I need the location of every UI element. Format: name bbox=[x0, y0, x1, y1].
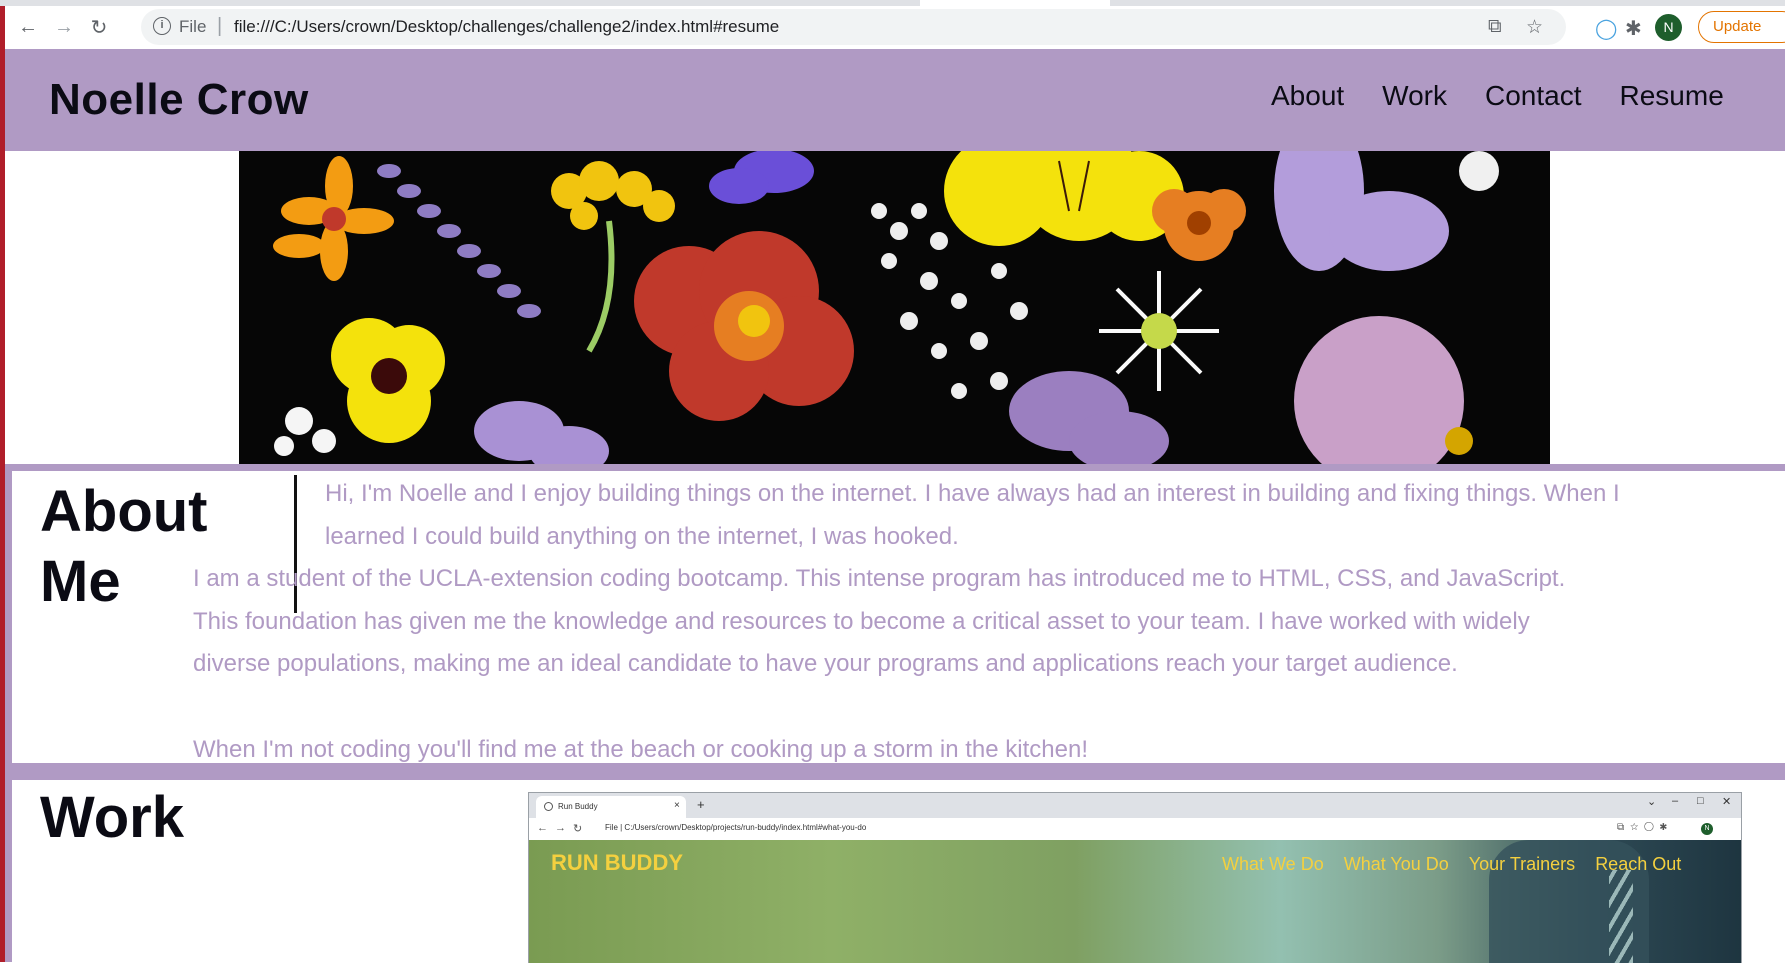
shot-url: File | C:/Users/crown/Desktop/projects/r… bbox=[605, 823, 867, 832]
shot-url-scheme: File bbox=[605, 823, 618, 832]
browser-toolbar: ← → ↻ i File | file:///C:/Users/crown/De… bbox=[5, 6, 1785, 50]
reload-icon[interactable]: ↻ bbox=[84, 12, 114, 42]
shot-minimize-icon: – bbox=[1672, 795, 1679, 807]
shot-tab-title: Run Buddy bbox=[558, 802, 598, 811]
site-header: Noelle Crow About Work Contact Resume bbox=[5, 49, 1785, 151]
shot-nav: What We Do What You Do Your Trainers Rea… bbox=[1222, 854, 1681, 875]
address-bar[interactable]: i File | file:///C:/Users/crown/Desktop/… bbox=[141, 9, 1566, 45]
site-nav: About Work Contact Resume bbox=[1271, 80, 1724, 112]
about-heading-line2: Me bbox=[40, 549, 121, 614]
shot-nav-item: What We Do bbox=[1222, 854, 1324, 874]
puzzle-icon[interactable]: ✱ bbox=[1625, 16, 1642, 41]
url-text[interactable]: file:///C:/Users/crown/Desktop/challenge… bbox=[234, 17, 779, 37]
shot-new-tab-icon: + bbox=[697, 797, 705, 812]
nav-work[interactable]: Work bbox=[1382, 80, 1447, 112]
about-section: About Me Hi, I'm Noelle and I enjoy build… bbox=[5, 464, 1785, 770]
shot-chevron-down-icon: ⌄ bbox=[1647, 796, 1657, 808]
nav-contact[interactable]: Contact bbox=[1485, 80, 1582, 112]
shot-close-icon: × bbox=[674, 800, 680, 811]
shot-nav-item: Reach Out bbox=[1595, 854, 1682, 874]
shot-reload-icon: ↻ bbox=[573, 823, 583, 835]
shot-nav-item: Your Trainers bbox=[1468, 854, 1576, 874]
shot-toolbar-icons: ⧉☆◯✱ bbox=[1617, 822, 1674, 833]
flowers-illustration bbox=[239, 151, 1550, 464]
shot-maximize-icon: □ bbox=[1697, 795, 1704, 807]
site-title: Noelle Crow bbox=[49, 75, 309, 124]
profile-avatar[interactable]: N bbox=[1655, 14, 1682, 41]
shot-close-window-icon: ✕ bbox=[1722, 796, 1732, 808]
update-button[interactable]: Update bbox=[1698, 11, 1785, 43]
url-scheme: File bbox=[179, 17, 207, 36]
forward-arrow-icon[interactable]: → bbox=[49, 12, 79, 42]
back-arrow-icon[interactable]: ← bbox=[13, 12, 43, 42]
shot-brand: RUN BUDDY bbox=[551, 850, 683, 875]
shot-avatar: N bbox=[1701, 823, 1713, 835]
work-heading: Work bbox=[40, 785, 184, 850]
run-buddy-project-screenshot[interactable]: Run Buddy × + ⌄ – □ ✕ ← → ↻ File | C:/Us… bbox=[528, 792, 1742, 963]
shot-address-bar: ← → ↻ File | C:/Users/crown/Desktop/proj… bbox=[529, 818, 1741, 840]
share-icon[interactable]: ⧉ bbox=[1488, 16, 1502, 38]
about-heading: About Me bbox=[40, 477, 208, 617]
shot-nav-item: What You Do bbox=[1343, 854, 1449, 874]
shot-url-path: C:/Users/crown/Desktop/projects/run-budd… bbox=[624, 823, 867, 832]
shot-browser-tab: Run Buddy × bbox=[536, 796, 686, 818]
about-heading-line1: About bbox=[40, 479, 208, 544]
info-icon[interactable]: i bbox=[153, 17, 171, 35]
shot-page-hero: RUN BUDDY What We Do What You Do Your Tr… bbox=[529, 840, 1741, 963]
url-separator: | bbox=[217, 15, 223, 37]
shot-stripes bbox=[1609, 870, 1633, 963]
star-icon[interactable]: ☆ bbox=[1526, 16, 1543, 39]
shot-back-icon: ← bbox=[537, 822, 548, 834]
about-paragraph-2: I am a student of the UCLA-extension cod… bbox=[193, 565, 1566, 677]
about-paragraph-3: When I'm not coding you'll find me at th… bbox=[193, 736, 1088, 763]
hero-flowers-image bbox=[239, 151, 1550, 464]
shot-forward-icon: → bbox=[555, 822, 566, 834]
extension-icon[interactable]: ◯ bbox=[1595, 16, 1617, 41]
nav-about[interactable]: About bbox=[1271, 80, 1344, 112]
shot-favicon-icon bbox=[544, 802, 553, 811]
nav-resume[interactable]: Resume bbox=[1620, 80, 1724, 112]
about-paragraph-1: Hi, I'm Noelle and I enjoy building thin… bbox=[325, 480, 1620, 550]
